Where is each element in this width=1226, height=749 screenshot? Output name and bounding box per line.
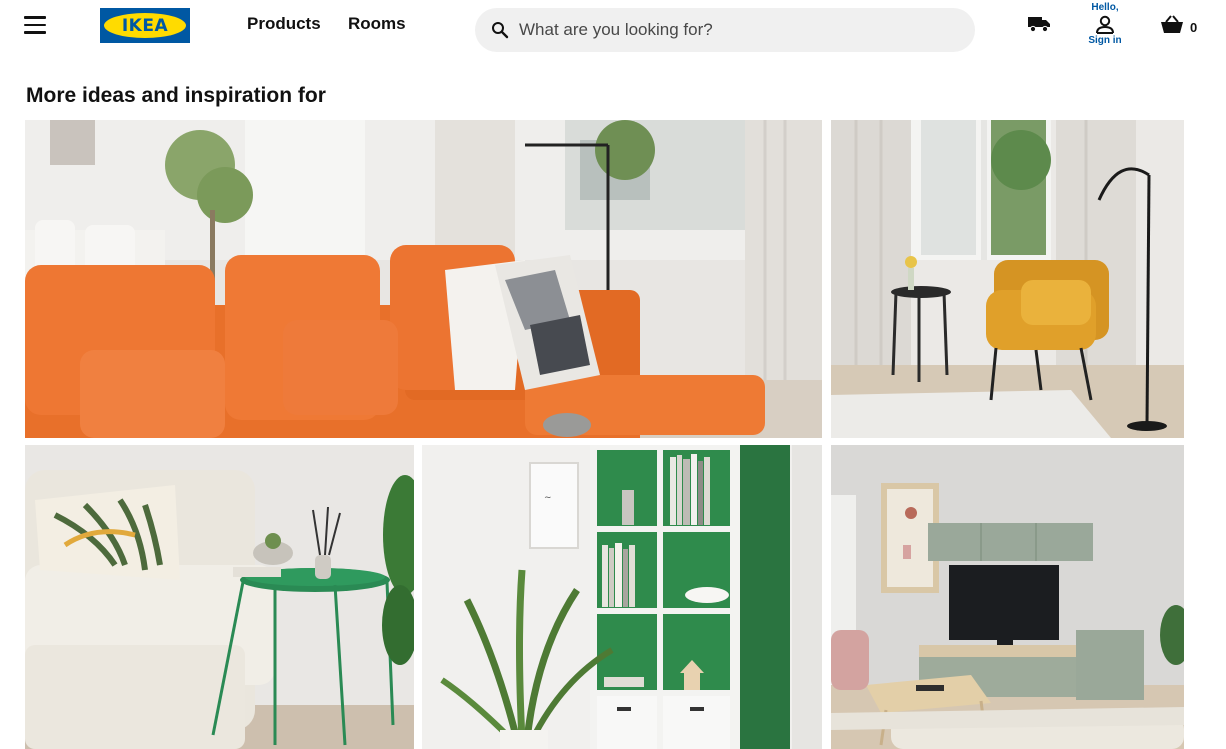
section-title: More ideas and inspiration for — [26, 84, 326, 107]
orange-sofa-image — [25, 120, 822, 438]
sign-in-link[interactable]: Sign in — [1083, 35, 1127, 47]
ikea-logo[interactable]: IKEA — [100, 8, 190, 43]
hamburger-menu-icon[interactable] — [24, 16, 46, 36]
cart-button[interactable]: 0 — [1160, 14, 1197, 35]
nav-rooms[interactable]: Rooms — [348, 14, 406, 34]
account-link[interactable]: Hello, Sign in — [1083, 2, 1127, 47]
truck-icon[interactable] — [1027, 14, 1051, 39]
green-shelf-image: ~ — [422, 445, 822, 749]
inspiration-tile-armchair[interactable] — [831, 120, 1184, 438]
site-header: IKEA Products Rooms Hello, Sign in — [0, 0, 1226, 60]
basket-icon — [1161, 14, 1183, 33]
logo-text: IKEA — [104, 13, 186, 38]
cart-count: 0 — [1190, 20, 1198, 35]
beige-sofa-image — [25, 445, 414, 749]
inspiration-tile-tv-storage[interactable] — [831, 445, 1184, 749]
armchair-image — [831, 120, 1184, 438]
search-icon — [492, 22, 509, 39]
person-icon — [1096, 15, 1114, 34]
search-bar[interactable] — [475, 8, 975, 52]
search-input[interactable] — [517, 19, 941, 41]
inspiration-tile-green-shelf[interactable]: ~ — [422, 445, 822, 749]
nav-products[interactable]: Products — [247, 14, 321, 34]
inspiration-tile-beige-sofa[interactable] — [25, 445, 414, 749]
inspiration-tile-orange-sofa[interactable] — [25, 120, 822, 438]
svg-text:~: ~ — [544, 493, 552, 503]
tv-storage-image — [831, 445, 1184, 749]
account-greeting: Hello, — [1091, 2, 1119, 13]
